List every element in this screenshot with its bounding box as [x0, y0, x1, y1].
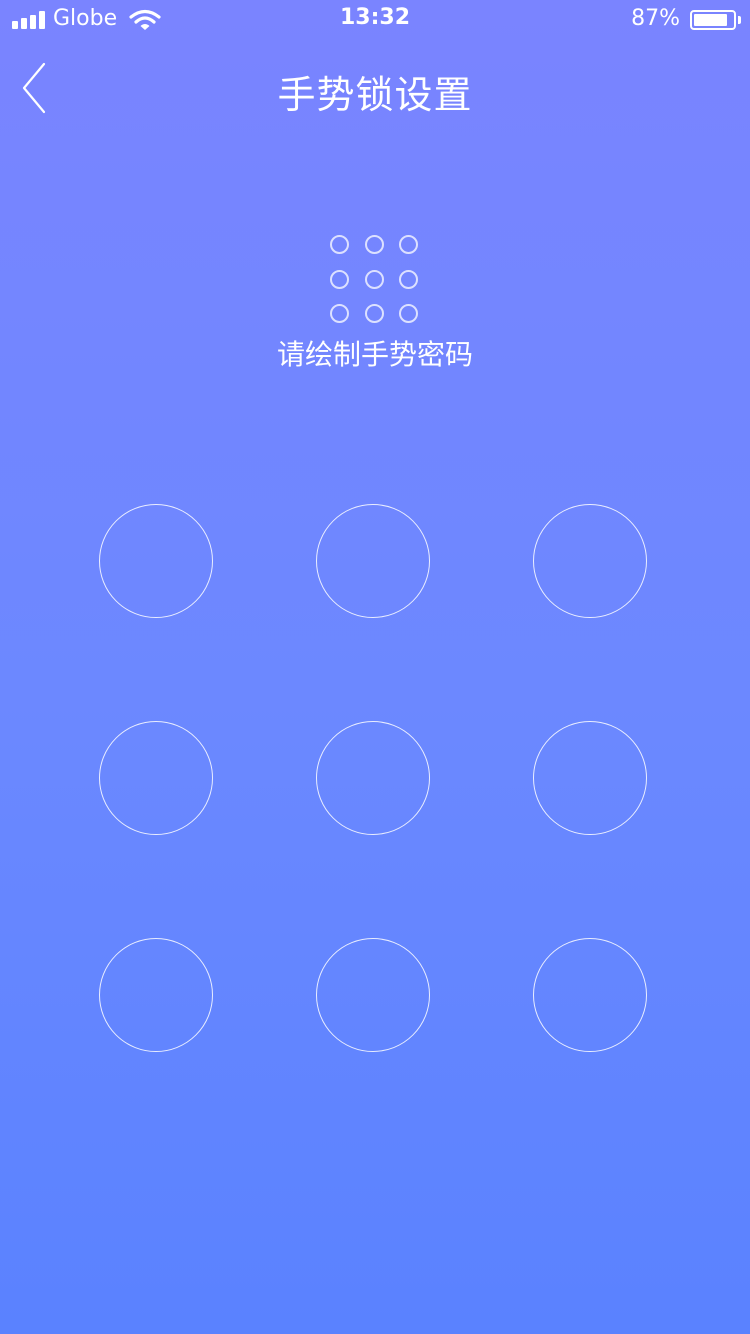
battery-fill: [694, 14, 727, 26]
preview-dot: [330, 269, 349, 289]
gesture-lock-pad[interactable]: [99, 504, 651, 1056]
page-title: 手势锁设置: [277, 73, 473, 117]
gesture-node-1[interactable]: [99, 504, 213, 618]
gesture-node-6[interactable]: [533, 721, 647, 835]
battery-percent: 87%: [631, 6, 680, 31]
preview-dot: [399, 269, 418, 289]
preview-dot: [364, 235, 384, 254]
battery-icon: [690, 10, 736, 30]
preview-dot: [330, 304, 349, 323]
preview-dot: [364, 269, 384, 289]
gesture-node-9[interactable]: [533, 938, 647, 1052]
status-bar: Globe 13:32 87%: [0, 0, 750, 40]
gesture-node-8[interactable]: [316, 938, 430, 1052]
preview-dot: [399, 235, 418, 254]
navigation-bar: 手势锁设置: [0, 40, 750, 136]
battery-tip: [738, 16, 741, 24]
gesture-node-4[interactable]: [99, 721, 213, 835]
gesture-preview: [330, 235, 420, 325]
preview-dot: [364, 304, 384, 323]
gesture-node-5[interactable]: [316, 721, 430, 835]
preview-dot: [330, 235, 349, 254]
draw-gesture-hint: 请绘制手势密码: [276, 338, 473, 371]
gesture-node-3[interactable]: [533, 504, 647, 618]
preview-dot: [399, 304, 418, 323]
gesture-node-7[interactable]: [99, 938, 213, 1052]
gesture-node-2[interactable]: [316, 504, 430, 618]
